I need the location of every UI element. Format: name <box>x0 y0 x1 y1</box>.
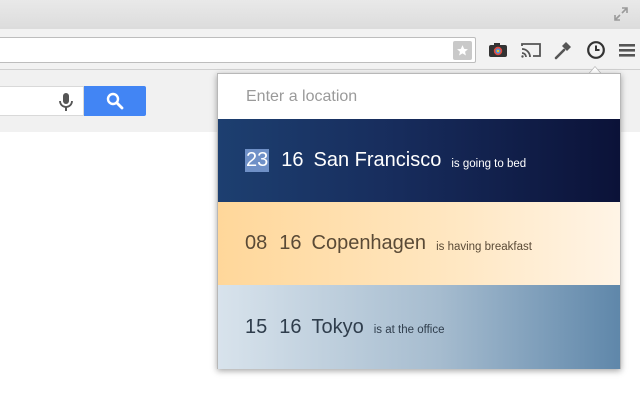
cast-icon[interactable] <box>518 37 544 63</box>
city-status: is having breakfast <box>436 240 532 253</box>
address-bar[interactable] <box>0 37 476 63</box>
search-input[interactable] <box>0 86 84 116</box>
search-icon <box>106 92 124 110</box>
city-status: is going to bed <box>451 157 527 170</box>
location-input[interactable] <box>218 74 620 119</box>
city-row-copenhagen[interactable]: 08 16 Copenhagen is having breakfast <box>218 202 620 285</box>
hours-text: 15 <box>245 315 268 338</box>
city-row-san-francisco[interactable]: 23 16 San Francisco is going to bed <box>218 119 620 202</box>
city-name: San Francisco <box>313 149 442 171</box>
clock-extension-icon[interactable] <box>583 37 609 63</box>
hours-text[interactable]: 23 <box>245 149 270 172</box>
minutes-text: 16 <box>279 315 302 338</box>
city-name: Tokyo <box>311 315 364 338</box>
bookmark-star-icon[interactable] <box>453 41 472 60</box>
city-row-tokyo[interactable]: 15 16 Tokyo is at the office <box>218 285 620 369</box>
world-clock-popup: 23 16 San Francisco is going to bed 08 1… <box>217 73 621 369</box>
browser-titlebar <box>0 0 640 29</box>
city-status: is at the office <box>373 324 445 336</box>
search-button[interactable] <box>84 86 146 116</box>
minutes-text: 16 <box>279 232 302 254</box>
microphone-icon[interactable] <box>57 92 75 112</box>
hammer-extension-icon[interactable] <box>550 37 576 63</box>
minutes-text: 16 <box>281 149 304 171</box>
camera-extension-icon[interactable] <box>485 37 511 63</box>
restore-window-icon[interactable] <box>612 5 630 23</box>
hours-text: 08 <box>245 232 268 254</box>
browser-toolbar <box>0 29 640 70</box>
menu-icon[interactable] <box>614 37 640 63</box>
city-name: Copenhagen <box>311 232 427 254</box>
